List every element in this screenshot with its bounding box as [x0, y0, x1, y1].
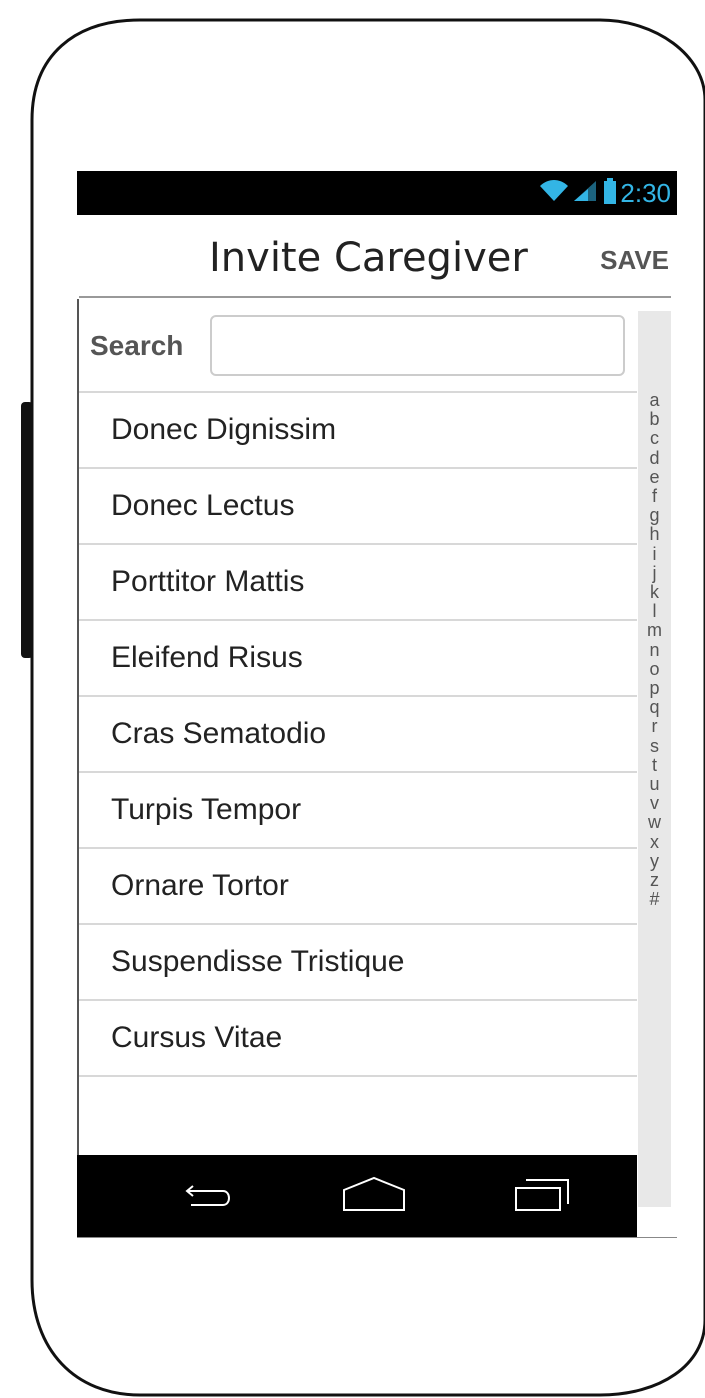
contact-list: Donec Dignissim Donec Lectus Porttitor M…	[79, 391, 637, 1077]
contact-name: Cursus Vitae	[111, 1021, 283, 1054]
contact-item[interactable]: Ornare Tortor	[79, 847, 637, 923]
contact-name: Ornare Tortor	[111, 869, 289, 902]
index-letter[interactable]: h	[638, 525, 671, 544]
index-letter[interactable]: q	[638, 698, 671, 717]
contact-name: Eleifend Risus	[111, 641, 303, 674]
recent-apps-button[interactable]	[507, 1155, 577, 1237]
index-letter[interactable]: f	[638, 486, 671, 506]
app-bar-divider	[79, 296, 671, 298]
contact-name: Donec Lectus	[111, 489, 295, 522]
index-letter[interactable]: n	[638, 640, 671, 660]
home-button[interactable]	[339, 1155, 409, 1237]
contact-name: Cras Sematodio	[111, 717, 327, 750]
status-time: 2:30	[620, 177, 671, 208]
index-letter[interactable]: d	[638, 448, 671, 468]
search-input[interactable]	[210, 315, 625, 376]
home-icon	[342, 1174, 406, 1219]
index-letter[interactable]: x	[638, 832, 671, 852]
index-letter[interactable]: k	[638, 582, 671, 602]
list-divider	[79, 1075, 637, 1077]
index-letter[interactable]: j	[638, 563, 671, 583]
signal-icon	[572, 179, 598, 208]
index-letter[interactable]: w	[638, 813, 671, 832]
index-letter[interactable]: a	[638, 390, 671, 410]
recent-apps-icon	[510, 1174, 574, 1219]
index-letter[interactable]: e	[638, 467, 671, 487]
index-letter[interactable]: o	[638, 659, 671, 679]
index-letter[interactable]: i	[638, 544, 671, 564]
phone-screen: 2:30 Invite Caregiver SAVE Search Donec …	[77, 171, 677, 1237]
contact-item[interactable]: Eleifend Risus	[79, 619, 637, 695]
contact-name: Donec Dignissim	[111, 413, 337, 446]
contact-item[interactable]: Turpis Tempor	[79, 771, 637, 847]
contact-name: Suspendisse Tristique	[111, 945, 405, 978]
back-button[interactable]	[172, 1155, 242, 1237]
contact-name: Porttitor Mattis	[111, 565, 305, 598]
side-button	[21, 402, 33, 658]
alphabet-index-letters: a b c d e f g h i j k l m n o p q r s t u v w x y z #	[638, 390, 671, 909]
index-letter[interactable]: b	[638, 410, 671, 429]
navigation-bar	[77, 1155, 637, 1237]
save-button[interactable]: SAVE	[600, 245, 669, 276]
wifi-icon	[539, 179, 569, 208]
contact-item[interactable]: Cras Sematodio	[79, 695, 637, 771]
search-label: Search	[90, 330, 184, 361]
page-title: Invite Caregiver	[209, 235, 528, 281]
contact-item[interactable]: Donec Dignissim	[79, 391, 637, 467]
index-letter[interactable]: u	[638, 774, 671, 794]
index-letter[interactable]: c	[638, 429, 671, 448]
search-row: Search	[77, 299, 637, 391]
index-letter[interactable]: t	[638, 755, 671, 775]
app-bar: Invite Caregiver SAVE	[77, 215, 677, 297]
index-letter[interactable]: #	[638, 890, 671, 909]
contact-item[interactable]: Porttitor Mattis	[79, 543, 637, 619]
index-letter[interactable]: p	[638, 678, 671, 698]
index-letter[interactable]: l	[638, 602, 671, 621]
status-icons: 2:30	[539, 171, 677, 215]
status-bar: 2:30	[77, 171, 677, 215]
alphabet-index-bar[interactable]: a b c d e f g h i j k l m n o p q r s t u v w x y z #	[638, 311, 671, 1207]
contact-item[interactable]: Donec Lectus	[79, 467, 637, 543]
index-letter[interactable]: y	[638, 851, 671, 871]
back-icon	[177, 1174, 237, 1219]
index-letter[interactable]: m	[638, 621, 671, 640]
index-letter[interactable]: z	[638, 870, 671, 890]
contact-item[interactable]: Suspendisse Tristique	[79, 923, 637, 999]
index-letter[interactable]: v	[638, 794, 671, 813]
contact-name: Turpis Tempor	[111, 793, 302, 826]
contact-item[interactable]: Cursus Vitae	[79, 999, 637, 1075]
index-letter[interactable]: g	[638, 506, 671, 525]
index-letter[interactable]: r	[638, 717, 671, 736]
index-letter[interactable]: s	[638, 736, 671, 756]
battery-icon	[604, 177, 617, 209]
